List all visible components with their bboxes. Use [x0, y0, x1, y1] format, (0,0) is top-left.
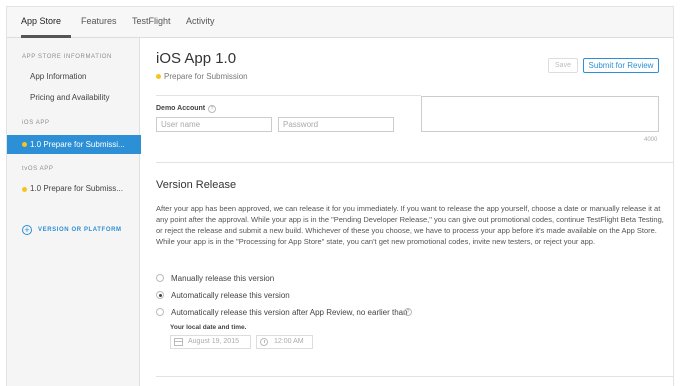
clock-icon: [260, 338, 268, 346]
sidebar: APP STORE INFORMATION App Information Pr…: [6, 38, 141, 386]
date-value: August 19, 2015: [188, 338, 239, 345]
time-value: 12:00 AM: [274, 338, 304, 345]
manual-release-radio[interactable]: [156, 274, 164, 282]
auto-release-radio[interactable]: [156, 291, 164, 299]
main-content: iOS App 1.0 Prepare for Submission Save …: [140, 38, 674, 386]
sidebar-item-label: 1.0 Prepare for Submissi...: [30, 140, 125, 149]
add-version-label: VERSION OR PLATFORM: [38, 227, 122, 233]
submit-for-review-button[interactable]: Submit for Review: [583, 58, 659, 73]
time-picker[interactable]: 12:00 AM: [256, 335, 313, 349]
help-icon[interactable]: ?: [404, 308, 412, 316]
save-button[interactable]: Save: [548, 58, 578, 73]
status-text: Prepare for Submission: [164, 72, 248, 81]
page-title: iOS App 1.0: [156, 50, 237, 67]
date-picker[interactable]: August 19, 2015: [170, 335, 251, 349]
sidebar-heading-app-store-info: APP STORE INFORMATION: [22, 54, 112, 60]
sidebar-heading-ios-app: iOS APP: [22, 120, 50, 126]
scheduled-release-label[interactable]: Automatically release this version after…: [171, 308, 408, 317]
scheduled-release-radio[interactable]: [156, 308, 164, 316]
divider: [156, 95, 421, 96]
calendar-icon: [174, 338, 183, 346]
status-dot-icon: [22, 142, 27, 147]
tab-testflight[interactable]: TestFlight: [132, 16, 171, 26]
help-icon[interactable]: ?: [208, 105, 216, 113]
section-title: Version Release: [156, 179, 237, 191]
demo-account-label: Demo Account: [156, 105, 206, 112]
top-navigation: App Store Features TestFlight Activity: [6, 6, 674, 38]
sidebar-heading-tvos-app: tvOS APP: [22, 166, 54, 172]
status-dot-icon: [22, 187, 27, 192]
manual-release-label[interactable]: Manually release this version: [171, 274, 274, 283]
password-field[interactable]: [278, 117, 394, 132]
username-field[interactable]: [156, 117, 272, 132]
divider: [156, 162, 674, 163]
status-dot-icon: [156, 74, 161, 79]
release-description: After your app has been approved, we can…: [156, 204, 664, 246]
character-counter: 4000: [644, 137, 658, 143]
sidebar-item-app-information[interactable]: App Information: [30, 72, 86, 81]
sidebar-item-tvos-version[interactable]: 1.0 Prepare for Submiss...: [30, 184, 123, 193]
notes-textarea[interactable]: [421, 96, 659, 132]
tab-app-store[interactable]: App Store: [21, 16, 61, 26]
plus-circle-icon: +: [22, 225, 32, 235]
sidebar-item-ios-version[interactable]: 1.0 Prepare for Submissi...: [7, 135, 141, 154]
sidebar-item-pricing-availability[interactable]: Pricing and Availability: [30, 93, 109, 102]
local-date-time-label: Your local date and time.: [170, 324, 247, 331]
auto-release-label[interactable]: Automatically release this version: [171, 291, 290, 300]
tab-activity[interactable]: Activity: [186, 16, 215, 26]
divider: [156, 376, 674, 377]
tab-features[interactable]: Features: [81, 16, 117, 26]
